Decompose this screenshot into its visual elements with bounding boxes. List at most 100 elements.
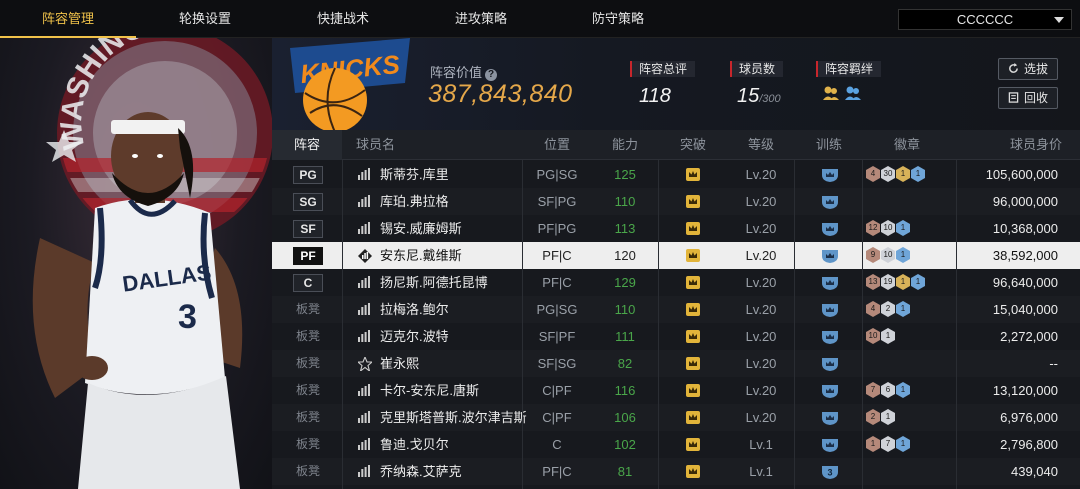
bond-group-gold-icon[interactable] xyxy=(822,84,840,102)
breakthrough-crown-icon[interactable] xyxy=(686,330,700,343)
badge-silver-icon: 7 xyxy=(881,436,895,452)
training-shield-icon[interactable] xyxy=(820,194,840,213)
player-name[interactable]: 锡安.威廉姆斯 xyxy=(380,215,462,242)
player-count-value: 15 xyxy=(737,85,760,107)
column-header-breakthrough[interactable]: 突破 xyxy=(680,130,706,160)
player-name[interactable]: 拉梅洛.鲍尔 xyxy=(380,296,449,323)
breakthrough-crown-icon[interactable] xyxy=(686,195,700,208)
training-shield-icon[interactable] xyxy=(820,383,840,402)
player-name[interactable]: 斯蒂芬.库里 xyxy=(380,161,449,188)
badge-silver-icon: 19 xyxy=(881,274,895,290)
table-row[interactable]: 板凳 鲁迪.戈贝尔 C 102 Lv.1 1 7 1 2,796,800 xyxy=(272,431,1080,458)
training-shield-icon[interactable] xyxy=(820,302,840,321)
breakthrough-crown-icon[interactable] xyxy=(686,222,700,235)
player-market-value: 13,120,000 xyxy=(992,383,1058,398)
table-row[interactable]: 板凳 卡尔-安东尼.唐斯 C|PF 116 Lv.20 7 6 1 13,120,000 xyxy=(272,377,1080,404)
tab-lineup-management[interactable]: 阵容管理 xyxy=(0,0,136,38)
badge-list[interactable]: 761 xyxy=(866,382,910,398)
training-shield-icon[interactable] xyxy=(820,356,840,375)
training-shield-icon[interactable] xyxy=(820,437,840,456)
breakthrough-crown-icon[interactable] xyxy=(686,465,700,478)
breakthrough-crown-icon[interactable] xyxy=(686,168,700,181)
column-header-ability[interactable]: 能力 xyxy=(612,130,638,160)
tier-bars-icon xyxy=(358,276,370,291)
player-ability: 110 xyxy=(614,302,636,317)
column-header-value[interactable]: 球员身价 xyxy=(1010,130,1062,160)
table-row[interactable]: PF 安东尼.戴维斯 PF|C 120 Lv.20 9 10 1 38,592,000 xyxy=(272,242,1080,269)
training-shield-icon[interactable] xyxy=(820,410,840,429)
table-row[interactable]: 板凳 拉梅洛.鲍尔 PG|SG 110 Lv.20 4 2 1 15,040,000 xyxy=(272,296,1080,323)
column-header-level[interactable]: 等级 xyxy=(748,130,774,160)
column-header-name[interactable]: 球员名 xyxy=(356,130,395,160)
player-ability: 116 xyxy=(614,383,636,398)
select-player-button[interactable]: 选拔 xyxy=(998,58,1058,80)
tab-defense-strategy[interactable]: 防守策略 xyxy=(550,0,686,38)
badge-list[interactable]: 12 10 1 xyxy=(866,220,910,236)
player-level: Lv.20 xyxy=(745,356,777,371)
training-shield-icon[interactable] xyxy=(820,329,840,348)
team-select-dropdown[interactable]: CCCCCC xyxy=(898,9,1072,30)
roster-table-header: 阵容 球员名 位置 能力 突破 等级 训练 徽章 球员身价 xyxy=(272,130,1080,160)
player-name[interactable]: 迈克尔.波特 xyxy=(380,323,449,350)
player-name[interactable]: 库珀.弗拉格 xyxy=(380,188,449,215)
breakthrough-crown-icon[interactable] xyxy=(686,411,700,424)
team-logo-icon: KNICKS xyxy=(290,38,410,130)
table-row[interactable]: SG 库珀.弗拉格 SF|PG 110 Lv.20 96,000,000 xyxy=(272,188,1080,215)
badge-gold-icon: 1 xyxy=(896,274,910,290)
badge-list[interactable]: 421 xyxy=(866,301,910,317)
badge-list[interactable]: 21 xyxy=(866,409,895,425)
player-name[interactable]: 鲁迪.戈贝尔 xyxy=(380,431,449,458)
table-row[interactable]: PG 斯蒂芬.库里 PG|SG 125 Lv.20 4 30 1 1 105,600,000 xyxy=(272,161,1080,188)
bond-group-blue-icon[interactable] xyxy=(844,84,862,102)
badge-silver-icon: 10 xyxy=(881,247,895,263)
breakthrough-crown-icon[interactable] xyxy=(686,438,700,451)
tab-rotation-settings[interactable]: 轮换设置 xyxy=(137,0,273,38)
recycle-button[interactable]: 回收 xyxy=(998,87,1058,109)
tab-quick-tactics[interactable]: 快捷战术 xyxy=(275,0,411,38)
column-header-training[interactable]: 训练 xyxy=(816,130,842,160)
column-header-position[interactable]: 位置 xyxy=(544,130,570,160)
player-market-value: -- xyxy=(1049,356,1058,371)
bench-slot-label: 板凳 xyxy=(295,356,320,370)
badge-list[interactable]: 4 30 1 1 xyxy=(866,166,925,182)
badge-silver-icon: 1 xyxy=(881,409,895,425)
column-header-slot[interactable]: 阵容 xyxy=(272,130,342,160)
training-shield-icon[interactable] xyxy=(820,275,840,294)
table-row[interactable]: 板凳 崔永熙 SF|SG 82 Lv.20 -- xyxy=(272,350,1080,377)
table-row[interactable]: C 扬尼斯.阿德托昆博 PF|C 129 Lv.20 13 19 1 1 96,640,000 xyxy=(272,269,1080,296)
player-name[interactable]: 乔纳森.艾萨克 xyxy=(380,458,462,485)
badge-silver-icon: 1 xyxy=(881,328,895,344)
tab-offense-strategy[interactable]: 进攻策略 xyxy=(413,0,549,38)
badge-list[interactable]: 171 xyxy=(866,436,910,452)
column-header-badges[interactable]: 徽章 xyxy=(894,130,920,160)
badge-list[interactable]: 13 19 1 1 xyxy=(866,274,925,290)
tier-bars-icon xyxy=(358,168,370,183)
training-shield-icon[interactable]: 3 xyxy=(820,464,840,483)
breakthrough-crown-icon[interactable] xyxy=(686,276,700,289)
player-name[interactable]: 卡尔-安东尼.唐斯 xyxy=(380,377,479,404)
breakthrough-crown-icon[interactable] xyxy=(686,357,700,370)
breakthrough-crown-icon[interactable] xyxy=(686,384,700,397)
table-row[interactable]: 板凳 迈克尔.波特 SF|PF 111 Lv.20 10 1 2,272,000 xyxy=(272,323,1080,350)
training-shield-icon[interactable] xyxy=(820,248,840,267)
player-level: Lv.20 xyxy=(745,410,777,425)
training-shield-icon[interactable] xyxy=(820,167,840,186)
table-row[interactable]: SF 锡安.威廉姆斯 PF|PG 113 Lv.20 12 10 1 10,368,000 xyxy=(272,215,1080,242)
table-row[interactable]: 板凳 克里斯塔普斯.波尔津吉斯 C|PF 106 Lv.20 2 1 6,976,000 xyxy=(272,404,1080,431)
badge-list[interactable]: 10 1 xyxy=(866,328,895,344)
player-name[interactable]: 崔永熙 xyxy=(380,350,419,377)
breakthrough-crown-icon[interactable] xyxy=(686,303,700,316)
player-name[interactable]: 安东尼.戴维斯 xyxy=(380,242,462,269)
table-row[interactable]: 板凳 乔纳森.艾萨克 PF|C 81 Lv.1 3 439,040 xyxy=(272,458,1080,485)
player-position: PF|PG xyxy=(537,221,577,236)
lineup-slot-badge: C xyxy=(293,274,323,292)
badge-bronze-icon: 1 xyxy=(866,436,880,452)
breakthrough-crown-icon[interactable] xyxy=(686,249,700,262)
training-shield-icon[interactable] xyxy=(820,221,840,240)
total-rating-stat: 阵容总评 118 xyxy=(630,60,696,108)
column-divider xyxy=(794,160,795,489)
total-rating-label: 阵容总评 xyxy=(630,61,696,77)
player-name[interactable]: 扬尼斯.阿德托昆博 xyxy=(380,269,488,296)
badge-list[interactable]: 9 10 1 xyxy=(866,247,910,263)
player-name[interactable]: 克里斯塔普斯.波尔津吉斯 xyxy=(380,404,527,431)
